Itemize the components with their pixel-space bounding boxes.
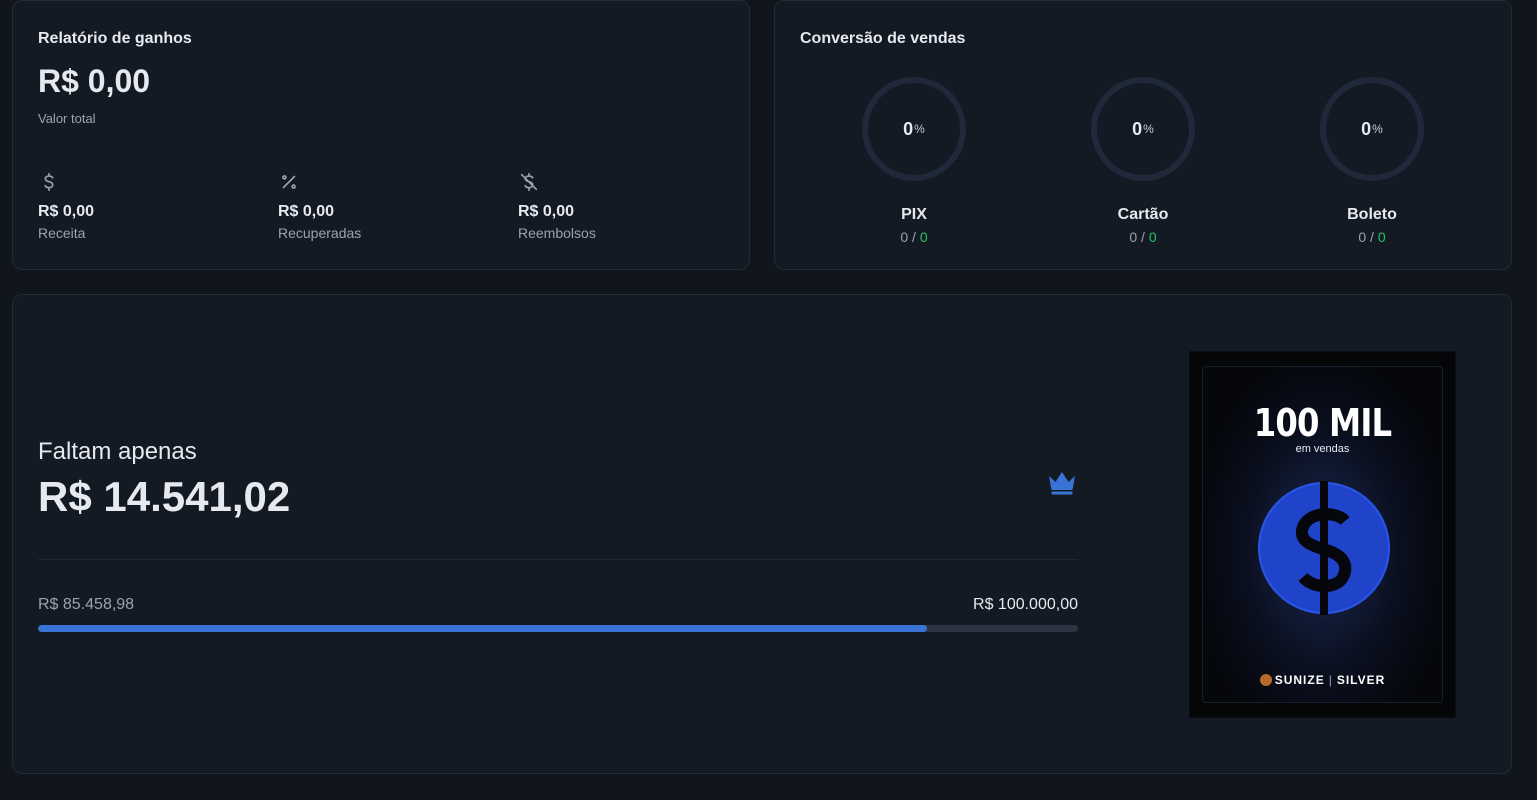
percent-icon [282, 175, 296, 189]
goal-label: Faltam apenas [38, 438, 197, 465]
gauge-card: 0% Cartão 0 / 0 [1063, 77, 1223, 245]
gauge-percent: 0 [903, 118, 914, 139]
milestone-plaque-image: 100 MIL em vendas SUNIZE | SILVER [1189, 351, 1456, 718]
plaque-brand: SUNIZE | SILVER [1203, 673, 1442, 687]
stat-revenue-value: R$ 0,00 [38, 203, 95, 220]
plaque-panel: 100 MIL em vendas SUNIZE | SILVER [1202, 366, 1443, 703]
dollar-coin-icon [1258, 481, 1390, 615]
gauge-ring: 0% [862, 77, 966, 181]
gauge-percent: 0 [1361, 118, 1372, 139]
gauge-ring: 0% [1091, 77, 1195, 181]
stat-revenue: R$ 0,00 Receita [38, 171, 238, 241]
stat-revenue-label: Receita [38, 225, 86, 241]
gauge-ring: 0% [1320, 77, 1424, 181]
earnings-title: Relatório de ganhos [38, 30, 192, 47]
gauge-percent-sign: % [1143, 122, 1154, 136]
sunize-logo-icon [1259, 674, 1272, 686]
goal-current-value: R$ 85.458,98 [38, 596, 135, 613]
goal-progress-bar [38, 625, 1078, 632]
earnings-total-label: Valor total [38, 111, 96, 126]
stat-refunds-value: R$ 0,00 [518, 203, 575, 220]
stat-refunds-label: Reembolsos [518, 225, 596, 241]
sales-goal-card: Faltam apenas R$ 14.541,02 R$ 85.458,98 … [12, 294, 1512, 774]
gauge-percent-sign: % [914, 122, 925, 136]
stat-recovered: R$ 0,00 Recuperadas [278, 171, 478, 241]
dollar-icon [44, 172, 54, 192]
crown-icon [1049, 472, 1075, 495]
goal-target-value: R$ 100.000,00 [973, 596, 1078, 613]
plaque-subtitle: em vendas [1295, 443, 1350, 455]
gauge-boleto: 0% Boleto 0 / 0 [1292, 77, 1452, 245]
goal-progress-fill [38, 625, 927, 632]
earnings-report-card: Relatório de ganhos R$ 0,00 Valor total … [12, 0, 750, 270]
gauge-counts: 0 / 0 [1358, 229, 1386, 245]
gauge-counts: 0 / 0 [900, 229, 928, 245]
plaque-title: 100 MIL [1253, 401, 1392, 445]
gauge-percent: 0 [1132, 118, 1143, 139]
conversion-title: Conversão de vendas [800, 30, 966, 47]
stat-recovered-value: R$ 0,00 [278, 203, 335, 220]
divider [38, 559, 1078, 560]
dollar-off-icon [520, 172, 538, 192]
gauge-label: Boleto [1347, 206, 1397, 223]
gauge-percent-sign: % [1372, 122, 1383, 136]
stat-recovered-label: Recuperadas [278, 225, 362, 241]
sales-conversion-card: Conversão de vendas 0% PIX 0 / 0 0% Cart… [774, 0, 1512, 270]
gauge-counts: 0 / 0 [1129, 229, 1157, 245]
gauge-pix: 0% PIX 0 / 0 [834, 77, 994, 245]
earnings-total-value: R$ 0,00 [38, 63, 151, 99]
stat-refunds: R$ 0,00 Reembolsos [518, 171, 718, 241]
gauge-label: Cartão [1117, 206, 1169, 223]
goal-remaining-value: R$ 14.541,02 [38, 473, 291, 520]
gauge-label: PIX [901, 206, 927, 223]
